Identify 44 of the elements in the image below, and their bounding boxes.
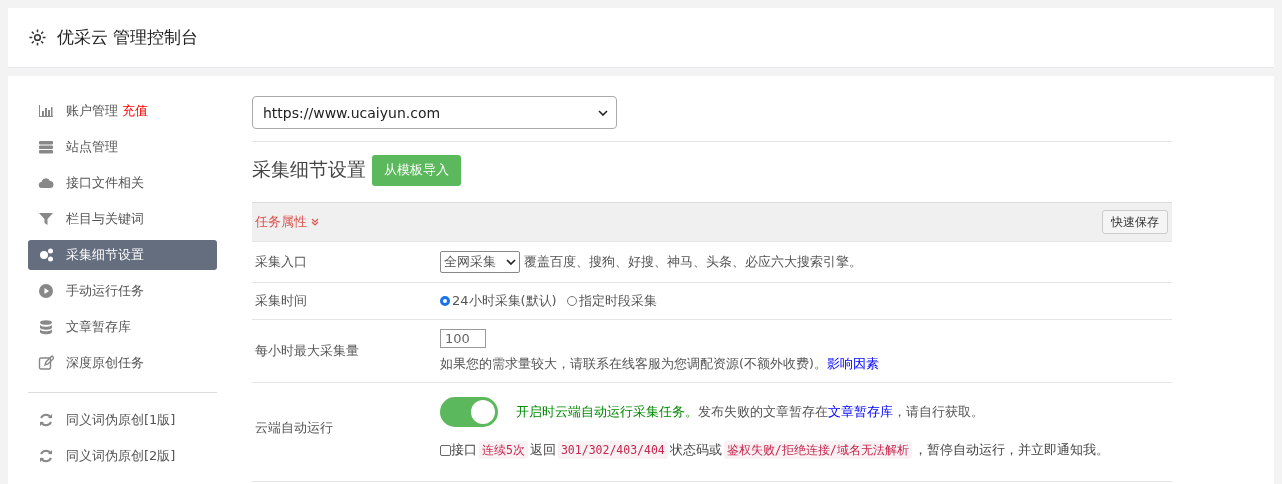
sidebar-item[interactable]: 文章暂存库 <box>28 312 217 342</box>
help-text: 如果您的需求量较大，请联系在线客服为您调配资源(不额外收费)。影响因素 <box>440 356 879 373</box>
console-title: 优采云 管理控制台 <box>57 26 199 49</box>
sidebar-item[interactable]: 栏目与关键词 <box>28 204 217 234</box>
sidebar-item[interactable]: 账户管理 充值 <box>28 96 217 126</box>
checkbox[interactable] <box>440 444 451 456</box>
sidebar-item[interactable]: 同义词伪原创[1版] <box>28 405 217 435</box>
toggle-switch[interactable] <box>440 397 498 427</box>
edit-icon <box>38 355 54 371</box>
panel-heading[interactable]: 任务属性 <box>255 213 320 231</box>
sidebar-item[interactable]: 采集细节设置 <box>28 240 217 270</box>
server-icon <box>38 139 54 155</box>
site-select[interactable]: https://www.ucaiyun.com <box>252 96 617 129</box>
status-text: 开启时云端自动运行采集任务。发布失败的文章暂存在文章暂存库，请自行获取。 <box>516 403 984 421</box>
article-store-link[interactable]: 文章暂存库 <box>828 404 893 419</box>
refresh-icon <box>38 448 54 464</box>
recharge-link[interactable]: 充值 <box>122 102 148 120</box>
sidebar-item[interactable]: 深度原创任务 <box>28 348 217 378</box>
sidebar-item[interactable]: 站点管理 <box>28 132 217 162</box>
refresh-icon <box>38 412 54 428</box>
chevron-down-icon <box>506 259 516 265</box>
field-label: 采集入口 <box>255 253 308 271</box>
field-label: 云端自动运行 <box>255 419 334 437</box>
section-title: 采集细节设置 <box>252 157 366 182</box>
radio-option[interactable]: 指定时段采集 <box>566 292 657 310</box>
help-text: 覆盖百度、搜狗、好搜、神马、头条、必应六大搜索引擎。 <box>524 253 862 271</box>
filter-icon <box>38 211 54 227</box>
sidebar-item[interactable]: 接口文件相关 <box>28 168 217 198</box>
field-label: 每小时最大采集量 <box>255 342 360 360</box>
quick-save-button[interactable]: 快速保存 <box>1102 210 1168 234</box>
factors-link[interactable]: 影响因素 <box>826 356 879 371</box>
number-input[interactable]: 100 <box>440 329 486 348</box>
entry-select[interactable]: 全网采集 <box>440 251 520 273</box>
cloud-upload-icon <box>38 175 54 191</box>
play-icon <box>38 283 54 299</box>
sidebar-item[interactable]: 同义词伪原创[2版] <box>28 441 217 471</box>
database-icon <box>38 319 54 335</box>
field-label: 采集时间 <box>255 292 308 310</box>
notify-text: 接口 连续5次 返回 301/302/403/404 状态码或 鉴权失败/拒绝连接/域名无法解析 ，暂停自动运行，并立即通知我。 <box>451 441 1109 459</box>
sidebar-item[interactable]: 手动运行任务 <box>28 276 217 306</box>
double-chevron-icon <box>310 217 320 227</box>
radio-option[interactable]: 24小时采集(默认) <box>440 292 557 310</box>
bar-chart-icon <box>38 103 54 119</box>
chevron-down-icon <box>598 109 608 116</box>
